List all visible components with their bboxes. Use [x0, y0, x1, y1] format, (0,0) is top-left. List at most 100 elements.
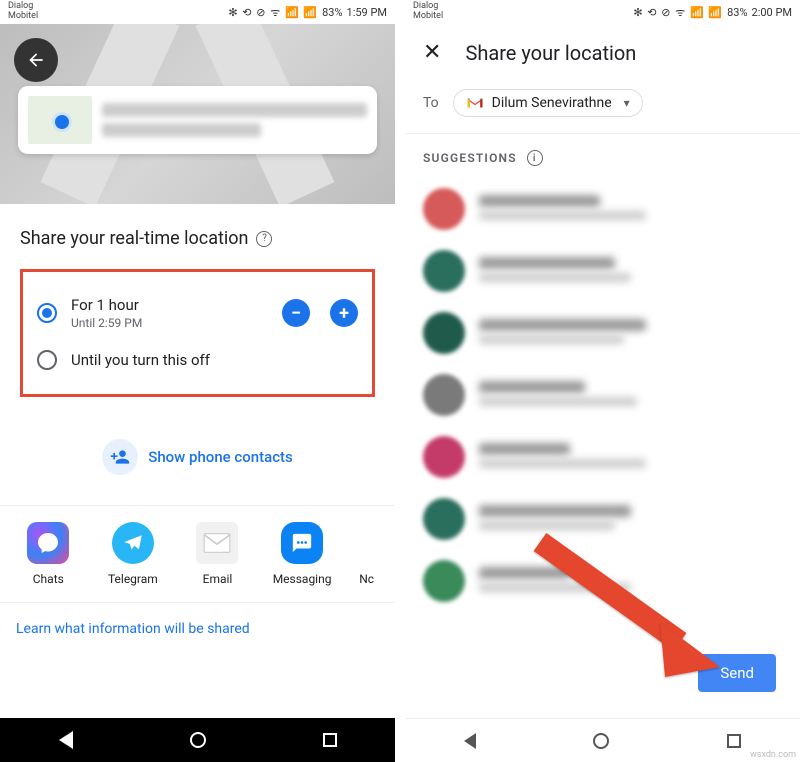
section-title-text: Share your real-time location: [20, 228, 248, 249]
target-label: Nc: [359, 572, 374, 586]
avatar: [423, 188, 465, 230]
suggestion-item[interactable]: [405, 488, 800, 550]
info-link-text: Learn what information will be shared: [16, 621, 250, 637]
info-link[interactable]: Learn what information will be shared: [0, 602, 395, 655]
watermark: wsxdn.com: [750, 750, 796, 760]
mini-map-thumbnail: [28, 96, 92, 144]
to-label: To: [423, 95, 439, 111]
blurred-text: [479, 273, 631, 282]
location-card-text: [102, 96, 367, 144]
carrier-label: Dialog Mobitel: [413, 2, 443, 22]
info-icon[interactable]: i: [527, 150, 543, 166]
avatar: [423, 374, 465, 416]
carrier-label: Dialog Mobitel: [8, 2, 38, 22]
status-right: ✻ ⟲ ⊘ ᯤ 📶 📶 83% 1:59 PM: [228, 5, 387, 20]
suggestion-item[interactable]: [405, 178, 800, 240]
status-icons: ✻ ⟲ ⊘ ᯤ 📶 📶: [633, 5, 723, 20]
highlight-box: For 1 hour Until 2:59 PM − + Until you t…: [20, 269, 375, 397]
target-label: Telegram: [108, 572, 158, 586]
send-button[interactable]: Send: [698, 654, 776, 692]
target-label: Messaging: [273, 572, 332, 586]
avatar: [423, 498, 465, 540]
blurred-text: [102, 103, 367, 117]
share-target-email[interactable]: Email: [182, 522, 252, 586]
page-title: Share your location: [465, 41, 636, 65]
blurred-text: [479, 195, 600, 207]
nav-back-icon[interactable]: [464, 733, 476, 749]
avatar: [423, 436, 465, 478]
suggestion-item[interactable]: [405, 364, 800, 426]
nav-back-icon[interactable]: [59, 731, 73, 749]
phone-screenshot-left: Dialog Mobitel ✻ ⟲ ⊘ ᯤ 📶 📶 83% 1:59 PM S…: [0, 0, 395, 762]
option-until-off[interactable]: Until you turn this off: [31, 340, 364, 380]
status-icons: ✻ ⟲ ⊘ ᯤ 📶 📶: [228, 5, 318, 20]
suggestions-list: [405, 174, 800, 718]
recipient-row: To Dilum Senevirathne ▾: [405, 81, 800, 134]
share-target-messaging[interactable]: Messaging: [267, 522, 337, 586]
close-button[interactable]: ✕: [423, 40, 441, 65]
gmail-icon: [466, 96, 484, 110]
status-right: ✻ ⟲ ⊘ ᯤ 📶 📶 83% 2:00 PM: [633, 5, 792, 20]
blurred-text: [479, 257, 615, 269]
radio-selected-icon[interactable]: [37, 303, 57, 323]
avatar: [423, 250, 465, 292]
blurred-text: [479, 583, 631, 592]
share-target-chats[interactable]: Chats: [13, 522, 83, 586]
target-label: Chats: [33, 572, 64, 586]
decrease-button[interactable]: −: [282, 299, 310, 327]
blurred-text: [479, 567, 570, 579]
share-target-more[interactable]: Nc: [352, 522, 382, 586]
map-preview: [0, 24, 395, 204]
option-for-1-hour[interactable]: For 1 hour Until 2:59 PM − +: [31, 286, 364, 340]
radio-unselected-icon[interactable]: [37, 350, 57, 370]
option-sublabel: Until 2:59 PM: [71, 316, 262, 330]
show-contacts-button[interactable]: Show phone contacts: [0, 409, 395, 505]
more-icon: [346, 522, 388, 564]
help-icon[interactable]: ?: [256, 231, 272, 247]
status-bar: Dialog Mobitel ✻ ⟲ ⊘ ᯤ 📶 📶 83% 1:59 PM: [0, 0, 395, 24]
telegram-icon: [112, 522, 154, 564]
section-title: Share your real-time location ?: [20, 228, 375, 249]
nav-home-icon[interactable]: [190, 732, 206, 748]
status-bar: Dialog Mobitel ✻ ⟲ ⊘ ᯤ 📶 📶 83% 2:00 PM: [405, 0, 800, 24]
suggestion-item[interactable]: [405, 426, 800, 488]
blurred-text: [479, 397, 637, 406]
battery-label: 83%: [727, 6, 747, 19]
show-contacts-label: Show phone contacts: [148, 448, 293, 466]
blurred-text: [479, 319, 646, 331]
android-nav-bar: [0, 718, 395, 762]
suggestion-item[interactable]: [405, 240, 800, 302]
back-button[interactable]: [14, 38, 58, 82]
recipient-chip[interactable]: Dilum Senevirathne ▾: [453, 89, 643, 117]
time-label: 1:59 PM: [347, 6, 387, 19]
nav-recents-icon[interactable]: [323, 733, 337, 747]
share-target-telegram[interactable]: Telegram: [98, 522, 168, 586]
blurred-text: [479, 211, 646, 220]
messenger-icon: [27, 522, 69, 564]
option-label: For 1 hour: [71, 296, 262, 314]
nav-recents-icon[interactable]: [727, 734, 741, 748]
blurred-text: [102, 123, 261, 137]
phone-screenshot-right: Dialog Mobitel ✻ ⟲ ⊘ ᯤ 📶 📶 83% 2:00 PM ✕…: [405, 0, 800, 762]
avatar: [423, 560, 465, 602]
blurred-text: [479, 335, 624, 344]
avatar: [423, 312, 465, 354]
blurred-text: [479, 459, 646, 468]
chevron-down-icon: ▾: [624, 96, 630, 110]
blurred-text: [479, 505, 631, 517]
suggestions-header: SUGGESTIONS i: [405, 134, 800, 174]
suggestion-item[interactable]: [405, 550, 800, 612]
battery-label: 83%: [322, 6, 342, 19]
share-section: Share your real-time location ? For 1 ho…: [0, 204, 395, 409]
add-contact-icon: [102, 439, 138, 475]
target-label: Email: [203, 572, 233, 586]
location-card[interactable]: [18, 86, 377, 154]
time-label: 2:00 PM: [752, 6, 792, 19]
email-icon: [196, 522, 238, 564]
option-label: Until you turn this off: [71, 351, 358, 369]
send-button-label: Send: [720, 664, 754, 682]
suggestion-item[interactable]: [405, 302, 800, 364]
nav-home-icon[interactable]: [593, 733, 609, 749]
blurred-text: [479, 381, 585, 393]
increase-button[interactable]: +: [330, 299, 358, 327]
